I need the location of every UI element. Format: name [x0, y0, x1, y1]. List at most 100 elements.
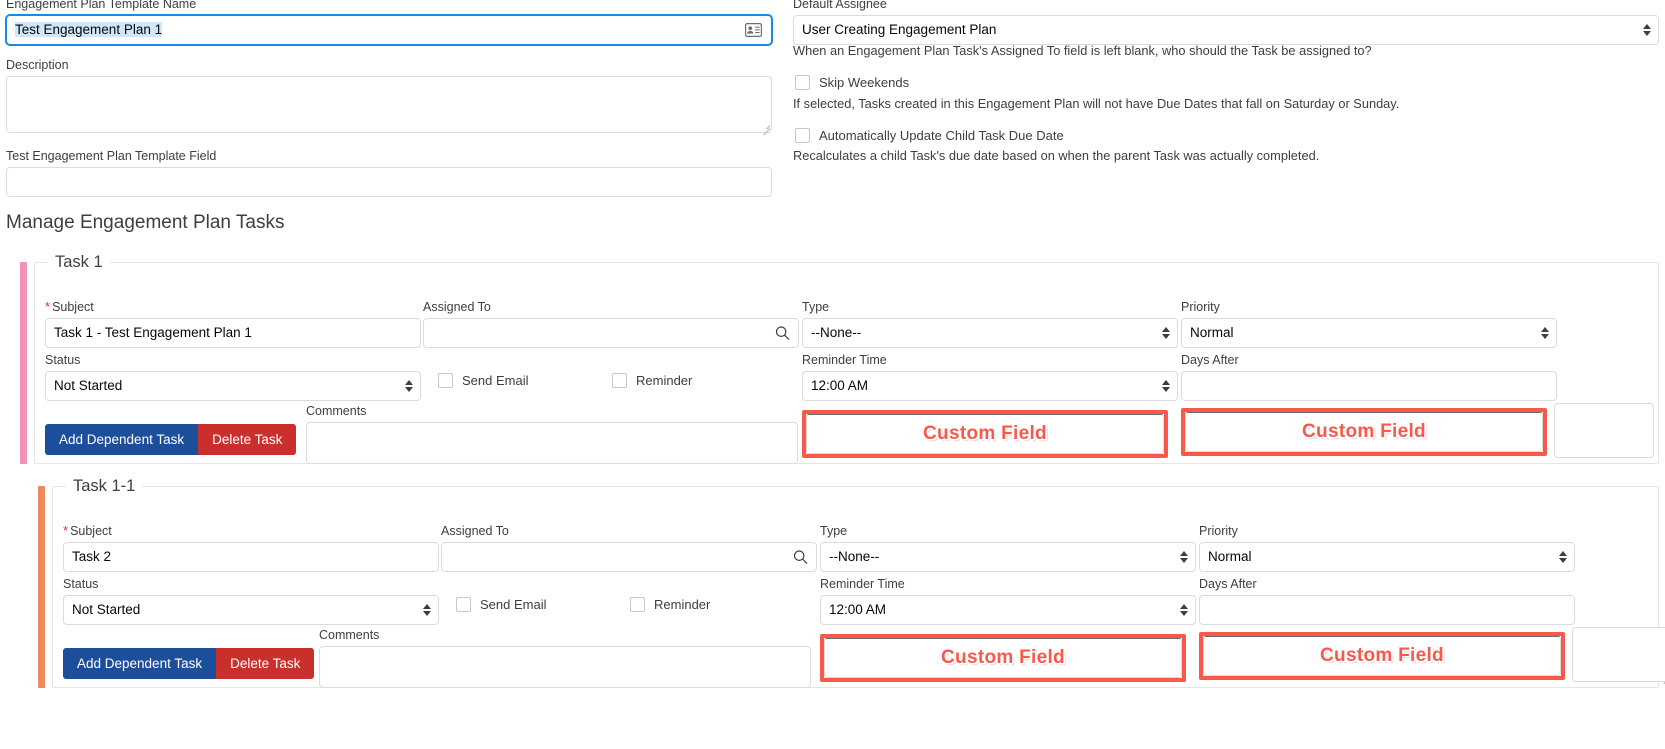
task-accent-bar-1	[20, 262, 27, 464]
resize-grip-icon[interactable]	[1660, 670, 1665, 680]
task2-comments-label: Comments	[319, 628, 380, 642]
auto-update-help-text: Recalculates a child Task's due date bas…	[793, 148, 1320, 163]
task1-type-select[interactable]: --None--	[802, 318, 1178, 348]
auto-update-checkbox[interactable]	[795, 128, 810, 143]
required-marker: *	[63, 523, 69, 538]
task2-priority-label: Priority	[1199, 524, 1238, 538]
task1-reminder-row[interactable]: Reminder	[612, 373, 692, 388]
engagement-plan-template-page: Engagement Plan Template Name Test Engag…	[0, 0, 1665, 749]
plan-name-input[interactable]: Test Engagement Plan 1	[6, 15, 772, 45]
task1-priority-label: Priority	[1181, 300, 1220, 314]
default-assignee-field-group: Default Assignee User Creating Engagemen…	[793, 0, 1659, 45]
task2-custom-field-1-highlight	[820, 634, 1186, 682]
delete-task-button[interactable]: Delete Task	[198, 424, 297, 455]
reminder-label: Reminder	[636, 373, 693, 388]
task1-comments-group: Comments	[306, 403, 798, 464]
task1-custom-field-1[interactable]: Custom Field	[802, 410, 1168, 458]
default-assignee-select[interactable]: User Creating Engagement Plan	[793, 15, 1659, 45]
task2-subject-group: * Subject Task 2	[63, 523, 439, 572]
description-label: Description	[6, 58, 69, 72]
search-icon[interactable]	[775, 326, 790, 341]
select-arrows-icon	[1180, 549, 1188, 565]
task1-subject-input[interactable]: Task 1 - Test Engagement Plan 1	[45, 318, 421, 348]
task1-reminder-time-group: Reminder Time 12:00 AM	[802, 352, 1178, 401]
send-email-label: Send Email	[462, 373, 529, 388]
task2-reminder-time-select[interactable]: 12:00 AM	[820, 595, 1196, 625]
select-arrows-icon	[1541, 325, 1549, 341]
task2-type-label: Type	[820, 524, 848, 538]
auto-update-label: Automatically Update Child Task Due Date	[819, 128, 1064, 143]
task1-days-after-group: Days After	[1181, 352, 1557, 401]
select-arrows-icon	[1162, 378, 1170, 394]
send-email-checkbox[interactable]	[438, 373, 453, 388]
task-legend-1: Task 1	[48, 252, 110, 272]
description-field-group: Description	[6, 57, 772, 133]
task2-priority-select[interactable]: Normal	[1199, 542, 1575, 572]
search-icon[interactable]	[793, 550, 808, 565]
task2-status-label: Status	[63, 577, 99, 591]
task2-assigned-to-group: Assigned To	[441, 523, 817, 572]
task2-assigned-to-label: Assigned To	[441, 524, 509, 538]
task1-custom-field-2-highlight	[1181, 408, 1547, 456]
select-arrows-icon	[423, 602, 431, 618]
task1-reminder-time-label: Reminder Time	[802, 353, 887, 367]
task2-status-select[interactable]: Not Started	[63, 595, 439, 625]
reminder-label: Reminder	[654, 597, 711, 612]
task1-subject-label: * Subject	[45, 299, 94, 314]
reminder-checkbox[interactable]	[630, 597, 645, 612]
send-email-checkbox[interactable]	[456, 597, 471, 612]
skip-weekends-help-text: If selected, Tasks created in this Engag…	[793, 96, 1400, 111]
task2-comments-textarea[interactable]	[319, 646, 811, 688]
task2-subject-input[interactable]: Task 2	[63, 542, 439, 572]
skip-weekends-label: Skip Weekends	[819, 75, 910, 90]
task1-priority-select[interactable]: Normal	[1181, 318, 1557, 348]
task1-trailing-textarea[interactable]	[1554, 403, 1654, 458]
add-dependent-task-button[interactable]: Add Dependent Task	[63, 648, 217, 679]
select-arrows-icon	[1643, 22, 1651, 38]
select-arrows-icon	[1180, 602, 1188, 618]
send-email-label: Send Email	[480, 597, 547, 612]
task1-custom-field-1-highlight	[802, 410, 1168, 458]
default-assignee-label: Default Assignee	[793, 0, 887, 11]
template-field-group: Test Engagement Plan Template Field	[6, 148, 772, 197]
delete-task-button[interactable]: Delete Task	[216, 648, 315, 679]
task2-custom-field-1[interactable]: Custom Field	[820, 634, 1186, 682]
task1-days-after-input[interactable]	[1181, 371, 1557, 401]
contact-card-icon[interactable]	[745, 23, 763, 38]
task2-type-select[interactable]: --None--	[820, 542, 1196, 572]
skip-weekends-row[interactable]: Skip Weekends	[795, 75, 909, 90]
plan-name-label: Engagement Plan Template Name	[6, 0, 197, 11]
template-field-input[interactable]	[6, 167, 772, 197]
template-field-label: Test Engagement Plan Template Field	[6, 149, 217, 163]
task2-custom-field-2[interactable]: Custom Field	[1199, 632, 1565, 680]
task2-custom-field-2-highlight	[1199, 632, 1565, 680]
task2-comments-group: Comments	[319, 627, 811, 688]
task2-days-after-group: Days After	[1199, 576, 1575, 625]
task1-custom-field-2[interactable]: Custom Field	[1181, 408, 1547, 456]
task1-assigned-to-label: Assigned To	[423, 300, 491, 314]
add-dependent-task-button[interactable]: Add Dependent Task	[45, 424, 199, 455]
task1-reminder-time-select[interactable]: 12:00 AM	[802, 371, 1178, 401]
task1-assigned-to-group: Assigned To	[423, 299, 799, 348]
task1-subject-group: * Subject Task 1 - Test Engagement Plan 1	[45, 299, 421, 348]
select-arrows-icon	[405, 378, 413, 394]
skip-weekends-checkbox[interactable]	[795, 75, 810, 90]
select-arrows-icon	[1162, 325, 1170, 341]
task1-send-email-row[interactable]: Send Email	[438, 373, 528, 388]
task1-comments-textarea[interactable]	[306, 422, 798, 464]
reminder-checkbox[interactable]	[612, 373, 627, 388]
task-legend-2: Task 1-1	[66, 476, 143, 496]
task2-send-email-row[interactable]: Send Email	[456, 597, 546, 612]
auto-update-child-due-date-row[interactable]: Automatically Update Child Task Due Date	[795, 128, 1064, 143]
task1-priority-group: Priority Normal	[1181, 299, 1557, 348]
task-card-1: Task 1 * Subject Task 1 - Test Engagement…	[20, 252, 1659, 464]
task2-assigned-to-input[interactable]	[441, 542, 817, 572]
required-marker: *	[45, 299, 51, 314]
task2-days-after-input[interactable]	[1199, 595, 1575, 625]
task1-assigned-to-input[interactable]	[423, 318, 799, 348]
task1-comments-label: Comments	[306, 404, 367, 418]
task2-trailing-textarea[interactable]	[1572, 627, 1665, 682]
task1-status-select[interactable]: Not Started	[45, 371, 421, 401]
description-textarea[interactable]	[6, 76, 772, 133]
task2-reminder-row[interactable]: Reminder	[630, 597, 710, 612]
